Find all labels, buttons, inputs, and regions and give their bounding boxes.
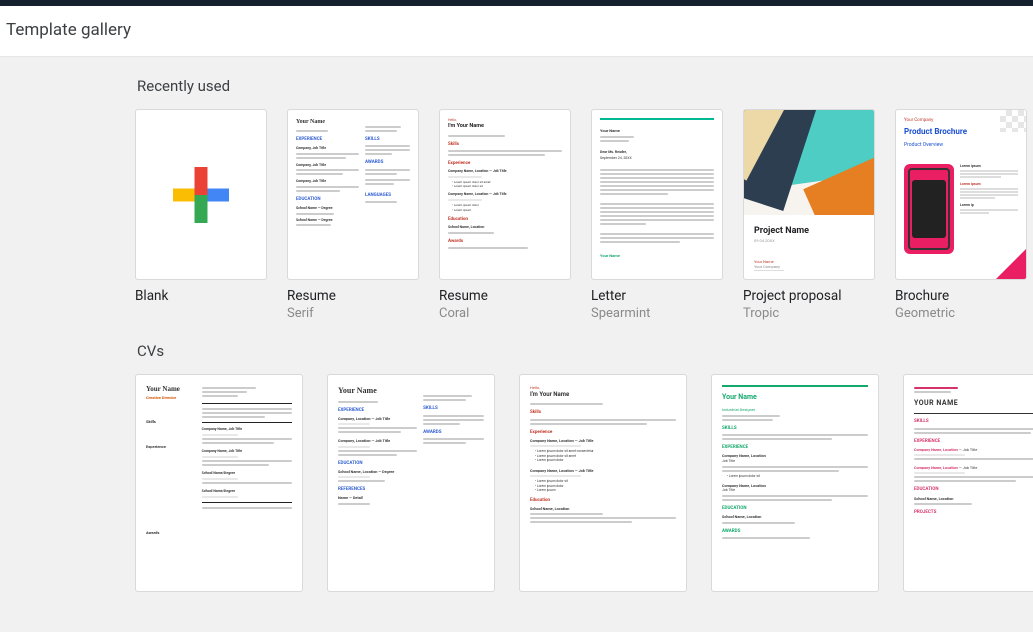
template-thumbnail: Your Name Dear Ms. Reader, September 24,…: [591, 109, 723, 280]
thumb-section: Experience: [530, 430, 676, 436]
template-subtitle: Serif: [287, 306, 419, 323]
template-subtitle: Geometric: [895, 306, 1027, 323]
google-plus-icon: [173, 167, 229, 223]
thumb-heading: I'm Your Name: [530, 391, 676, 399]
thumb-section: EDUCATION: [296, 197, 359, 203]
template-thumbnail: Your Name EXPERIENCE Company, Job Title …: [287, 109, 419, 280]
template-thumbnail: YOUR NAME SKILLS EXPERIENCE Company Name…: [903, 374, 1033, 592]
thumb-heading: Product Brochure: [904, 127, 1018, 136]
gallery-header: Template gallery: [0, 6, 1033, 57]
template-label: Resume Serif: [287, 288, 419, 322]
phone-icon: [904, 164, 954, 254]
thumb-section: EXPERIENCE: [914, 439, 1033, 445]
template-thumbnail: Hello, I'm Your Name Skills Experience C…: [519, 374, 687, 592]
template-label: Brochure Geometric: [895, 288, 1027, 322]
section-title: Recently used: [137, 77, 1033, 95]
template-thumbnail: Your Name Industrial Designer SKILLS EXP…: [711, 374, 879, 592]
thumb-footer: Your Company: [754, 264, 784, 269]
thumb-section: Awards: [146, 530, 196, 536]
template-card-cv-coral[interactable]: Hello, I'm Your Name Skills Experience C…: [519, 374, 687, 592]
thumb-heading: Your Name: [146, 385, 196, 395]
recent-row: Blank Your Name EXPERIENCE Company, Job …: [135, 109, 1033, 322]
cv-row: Your Name Creative Director Skills Exper…: [135, 374, 1033, 592]
template-subtitle: Spearmint: [591, 306, 723, 323]
thumb-section: Education: [448, 217, 562, 223]
thumb-section: EXPERIENCE: [338, 408, 417, 414]
template-gallery: Recently used Blank: [0, 57, 1033, 632]
thumb-section: SKILLS: [423, 406, 484, 412]
thumb-section: Skills: [146, 419, 196, 425]
template-thumbnail: [135, 109, 267, 280]
template-card-letter-spearmint[interactable]: Your Name Dear Ms. Reader, September 24,…: [591, 109, 723, 322]
thumb-section: EDUCATION: [722, 506, 868, 512]
thumb-section: SKILLS: [914, 419, 1033, 425]
template-card-cv-swiss[interactable]: Your Name Creative Director Skills Exper…: [135, 374, 303, 592]
thumb-heading: YOUR NAME: [914, 399, 1033, 409]
template-card-resume-coral[interactable]: Hello, I'm Your Name Skills Experience C…: [439, 109, 571, 322]
template-label: Blank: [135, 288, 267, 306]
thumb-section: Experience: [146, 444, 196, 450]
template-thumbnail: Project Name 09.04.20XX Your Name Your C…: [743, 109, 875, 280]
template-subtitle: Tropic: [743, 306, 875, 323]
thumb-section: EXPERIENCE: [722, 445, 868, 451]
thumb-section: AWARDS: [365, 160, 410, 166]
section-cvs: CVs Your Name Creative Director Skills E…: [0, 322, 1033, 592]
template-thumbnail: Hello, I'm Your Name Skills Experience C…: [439, 109, 571, 280]
thumb-section: Skills: [530, 410, 676, 416]
template-card-project-proposal-tropic[interactable]: Project Name 09.04.20XX Your Name Your C…: [743, 109, 875, 322]
thumb-heading: Your Name: [296, 118, 359, 126]
template-thumbnail: Your Name Creative Director Skills Exper…: [135, 374, 303, 592]
template-card-blank[interactable]: Blank: [135, 109, 267, 322]
thumb-heading: Your Name: [338, 385, 417, 396]
thumb-section: SKILLS: [365, 137, 410, 143]
section-recently-used: Recently used Blank: [0, 57, 1033, 322]
thumb-section: SKILLS: [722, 426, 868, 432]
thumb-section: Skills: [448, 142, 562, 148]
thumb-section: EDUCATION: [914, 487, 1033, 493]
template-title: Letter: [591, 288, 723, 306]
template-title: Brochure: [895, 288, 1027, 306]
thumb-section: EXPERIENCE: [296, 137, 359, 143]
thumb-section: AWARDS: [722, 529, 868, 535]
template-label: Letter Spearmint: [591, 288, 723, 322]
thumb-text: Lorem ipsum: [960, 164, 1018, 168]
template-title: Resume: [439, 288, 571, 306]
thumb-subheading: Product Overview: [904, 142, 1018, 148]
template-card-cv-serif[interactable]: Your Name EXPERIENCE Company, Location —…: [327, 374, 495, 592]
thumb-role: Creative Director: [146, 395, 196, 401]
template-thumbnail: Your Company Product Brochure Product Ov…: [895, 109, 1027, 280]
thumb-section: Experience: [448, 161, 562, 167]
template-subtitle: Coral: [439, 306, 571, 323]
thumb-section: Education: [530, 498, 676, 504]
thumb-role: Industrial Designer: [722, 407, 868, 413]
thumb-section: PROJECTS: [914, 510, 1033, 516]
thumb-section: EDUCATION: [338, 461, 417, 467]
template-title: Resume: [287, 288, 419, 306]
thumb-section: AWARDS: [423, 430, 484, 436]
template-card-resume-serif[interactable]: Your Name EXPERIENCE Company, Job Title …: [287, 109, 419, 322]
template-card-cv-modern-writer[interactable]: YOUR NAME SKILLS EXPERIENCE Company Name…: [903, 374, 1033, 592]
thumb-section: Awards: [448, 239, 562, 245]
template-card-brochure-geometric[interactable]: Your Company Product Brochure Product Ov…: [895, 109, 1027, 322]
template-label: Project proposal Tropic: [743, 288, 875, 322]
template-label: Resume Coral: [439, 288, 571, 322]
section-title: CVs: [137, 342, 1033, 360]
thumb-heading: Project Name: [754, 226, 809, 236]
template-thumbnail: Your Name EXPERIENCE Company, Location —…: [327, 374, 495, 592]
page-title: Template gallery: [6, 20, 1033, 40]
template-card-cv-spearmint[interactable]: Your Name Industrial Designer SKILLS EXP…: [711, 374, 879, 592]
thumb-heading: I'm Your Name: [448, 123, 562, 131]
thumb-heading: Your Name: [600, 128, 714, 134]
thumb-date: 09.04.20XX: [754, 238, 809, 243]
template-title: Blank: [135, 288, 267, 306]
template-title: Project proposal: [743, 288, 875, 306]
thumb-company: Your Company: [904, 118, 1018, 123]
thumb-signature: Your Name: [600, 253, 714, 259]
thumb-heading: Your Name: [722, 393, 868, 403]
